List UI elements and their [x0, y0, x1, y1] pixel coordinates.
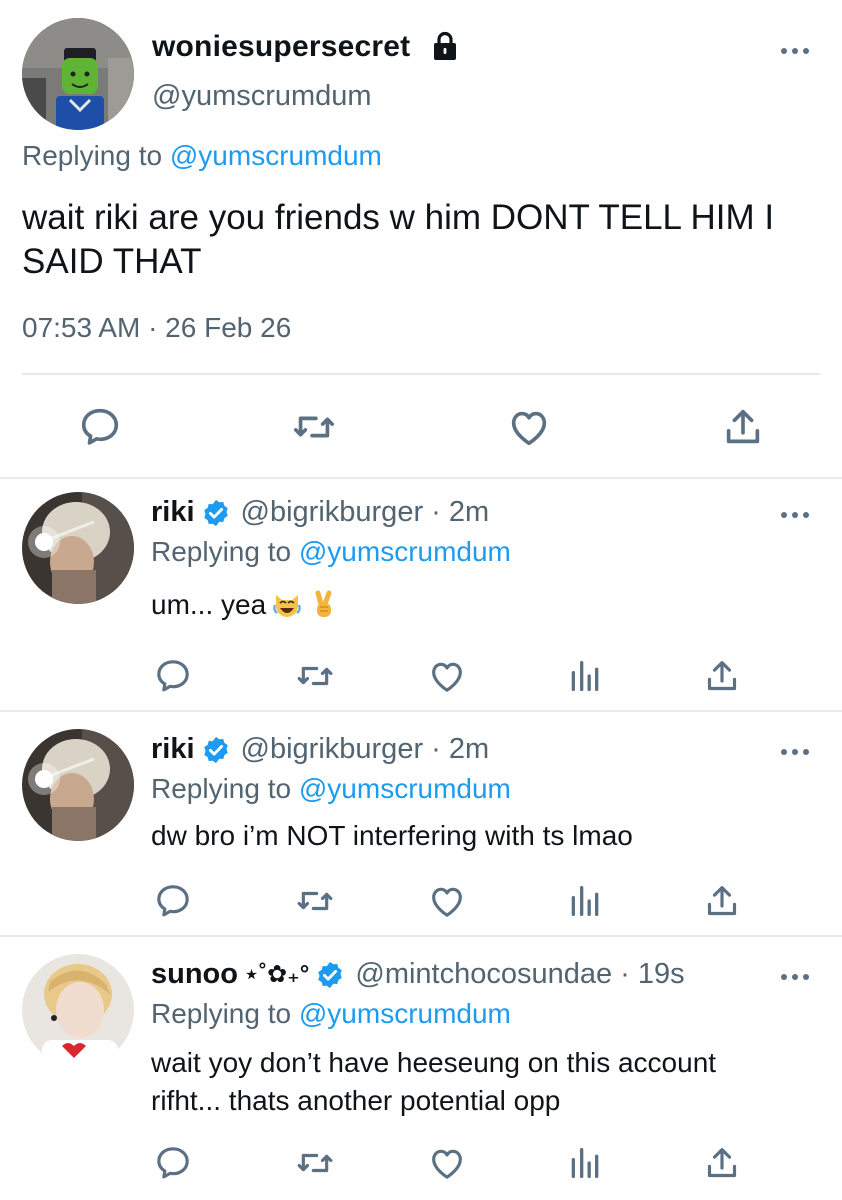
reply-header: riki @bigrikburger · 2m — [151, 733, 489, 766]
replying-to-link[interactable]: @yumscrumdum — [299, 998, 511, 1029]
action-bar — [0, 1143, 842, 1187]
share-icon[interactable] — [702, 656, 742, 696]
verified-badge-icon — [201, 498, 231, 528]
divider — [0, 935, 842, 937]
reply-text: um... yea — [151, 586, 821, 624]
retweet-icon[interactable] — [295, 1143, 335, 1183]
name-decoration: ⋆˚✿₊° — [244, 961, 310, 988]
reply-text: dw bro i’m NOT interfering with ts lmao — [151, 820, 633, 851]
like-icon[interactable] — [427, 1143, 467, 1183]
victory-hand-emoji — [308, 590, 338, 620]
reply-icon[interactable] — [153, 881, 193, 921]
action-bar — [0, 656, 842, 700]
reply-text-line: wait yoy don’t have heeseung on this acc… — [151, 1047, 717, 1078]
divider — [0, 710, 842, 712]
reply-icon[interactable] — [77, 404, 123, 450]
post-time: · 2m — [431, 733, 490, 765]
tweet-text: wait riki are you friends w him DONT TEL… — [22, 198, 775, 281]
divider — [0, 477, 842, 479]
action-bar — [0, 881, 842, 925]
display-name[interactable]: woniesupersecret — [152, 30, 410, 64]
laughing-cat-emoji — [272, 590, 302, 620]
avatar[interactable] — [22, 729, 134, 841]
verified-badge-icon — [201, 735, 231, 765]
display-name[interactable]: riki — [151, 733, 195, 766]
post-time: · 19s — [620, 958, 685, 990]
post-time: · 2m — [431, 496, 490, 528]
more-icon[interactable] — [778, 968, 812, 986]
stats-icon[interactable] — [565, 1143, 605, 1183]
handle[interactable]: @mintchocosundae — [355, 958, 612, 991]
retweet-icon[interactable] — [295, 881, 335, 921]
timestamp[interactable]: 07:53 AM · 26 Feb 26 — [22, 312, 291, 344]
share-icon[interactable] — [702, 1143, 742, 1183]
retweet-icon[interactable] — [295, 656, 335, 696]
reply-icon[interactable] — [153, 656, 193, 696]
avatar[interactable] — [22, 18, 134, 130]
more-icon[interactable] — [778, 42, 812, 60]
verified-badge-icon — [315, 960, 345, 990]
more-icon[interactable] — [778, 743, 812, 761]
replying-prefix: Replying to — [151, 998, 292, 1029]
replying-prefix: Replying to — [151, 536, 292, 567]
avatar[interactable] — [22, 492, 134, 604]
replying-prefix: Replying to — [151, 773, 292, 804]
retweet-icon[interactable] — [291, 404, 337, 450]
reply-tweet[interactable]: riki @bigrikburger · 2m Replying to @yum… — [0, 480, 842, 710]
replying-to: Replying to @yumscrumdum — [151, 773, 511, 805]
stats-icon[interactable] — [565, 656, 605, 696]
share-icon[interactable] — [720, 404, 766, 450]
reply-icon[interactable] — [153, 1143, 193, 1183]
replying-to-link[interactable]: @yumscrumdum — [299, 536, 511, 567]
display-name[interactable]: riki — [151, 496, 195, 529]
stats-icon[interactable] — [565, 881, 605, 921]
replying-to: Replying to @yumscrumdum — [22, 140, 382, 172]
display-name[interactable]: sunoo — [151, 958, 238, 991]
reply-text: wait yoy don’t have heeseung on this acc… — [151, 1044, 821, 1120]
replying-to-link[interactable]: @yumscrumdum — [170, 140, 382, 171]
handle[interactable]: @bigrikburger — [241, 496, 424, 529]
like-icon[interactable] — [506, 404, 552, 450]
reply-tweet[interactable]: sunoo ⋆˚✿₊° @mintchocosundae · 19s Reply… — [0, 942, 842, 1200]
reply-header: riki @bigrikburger · 2m — [151, 496, 489, 529]
share-icon[interactable] — [702, 881, 742, 921]
reply-text-line: rifht... thats another potential opp — [151, 1085, 561, 1116]
like-icon[interactable] — [427, 656, 467, 696]
reply-header: sunoo ⋆˚✿₊° @mintchocosundae · 19s — [151, 958, 685, 991]
handle[interactable]: @bigrikburger — [241, 733, 424, 766]
avatar[interactable] — [22, 954, 134, 1066]
action-bar — [0, 400, 842, 456]
handle[interactable]: @yumscrumdum — [152, 80, 372, 113]
reply-tweet[interactable]: riki @bigrikburger · 2m Replying to @yum… — [0, 717, 842, 935]
divider — [22, 373, 820, 375]
more-icon[interactable] — [778, 506, 812, 524]
replying-to-link[interactable]: @yumscrumdum — [299, 773, 511, 804]
main-tweet: woniesupersecret @yumscrumdum Replying t… — [0, 0, 842, 478]
like-icon[interactable] — [427, 881, 467, 921]
reply-text-content: um... yea — [151, 589, 267, 620]
replying-to: Replying to @yumscrumdum — [151, 536, 511, 568]
replying-to: Replying to @yumscrumdum — [151, 998, 511, 1030]
replying-prefix: Replying to — [22, 140, 163, 171]
lock-icon — [429, 30, 461, 62]
